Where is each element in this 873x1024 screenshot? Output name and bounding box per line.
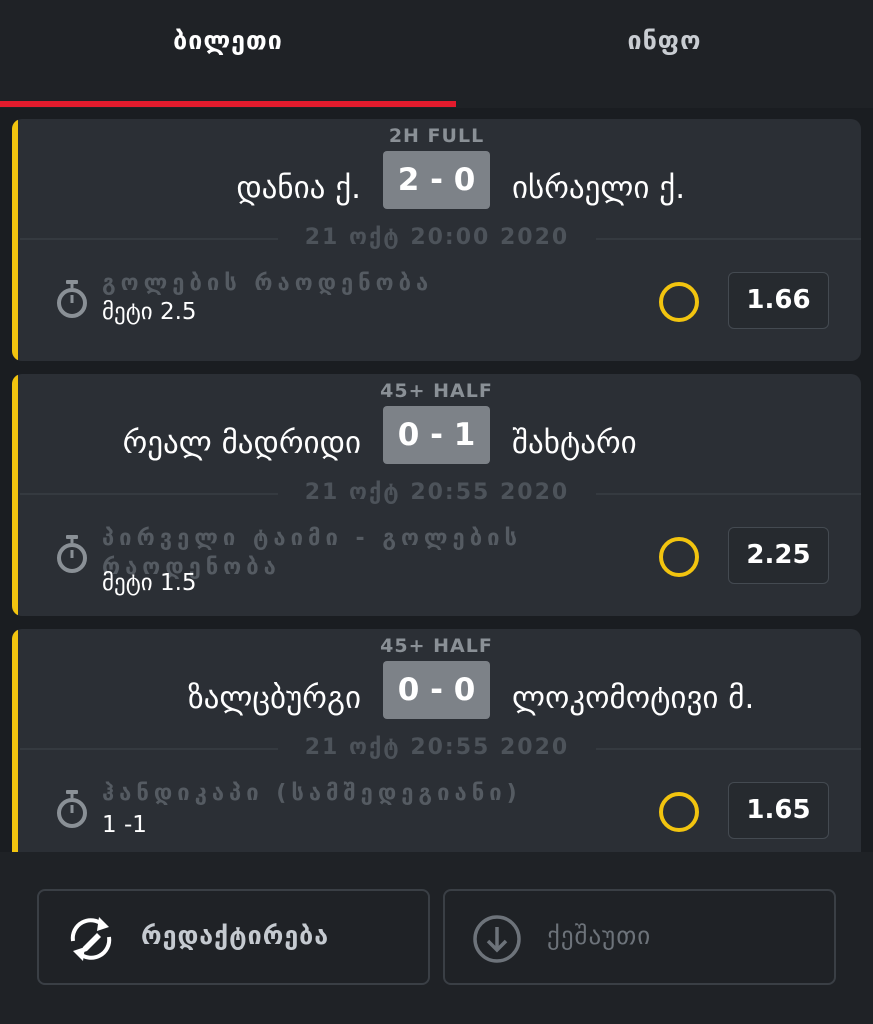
divider	[596, 748, 861, 750]
pending-circle-icon	[659, 282, 699, 322]
card-accent-bar	[12, 629, 18, 852]
odds-value[interactable]: 1.66	[728, 272, 829, 329]
odds-value[interactable]: 1.65	[728, 782, 829, 839]
bet-selection: 1 -1	[102, 812, 147, 838]
active-tab-indicator	[0, 101, 456, 107]
card-accent-bar	[12, 374, 18, 616]
home-team: დანია ქ.	[236, 170, 361, 206]
bet-list[interactable]: 2H FULL დანია ქ. 2 - 0 ისრაელი ქ. 21 ოქტ…	[0, 108, 873, 852]
market-name: ჰანდიკაპი (სამშედეგიანი)	[102, 781, 522, 806]
stopwatch-icon	[57, 790, 87, 828]
bet-selection: მეტი 2.5	[102, 299, 197, 325]
match-date-row: 21 ოქტ 20:55 2020	[20, 480, 861, 508]
away-team: ლოკომოტივი მ.	[512, 680, 755, 716]
edit-refresh-icon	[70, 917, 112, 961]
match-status: 2H FULL	[388, 125, 485, 147]
tab-info[interactable]: ინფო	[456, 26, 873, 66]
match-date: 21 ოქტ 20:00 2020	[304, 225, 570, 250]
divider	[596, 238, 861, 240]
match-score: 0 - 0	[383, 661, 490, 719]
bottom-action-bar: რედაქტირება ქეშაუთი	[0, 852, 873, 1024]
match-date-row: 21 ოქტ 20:00 2020	[20, 225, 861, 253]
away-team: შახტარი	[512, 425, 637, 461]
divider	[20, 238, 278, 240]
download-circle-icon	[473, 915, 521, 963]
tab-ticket[interactable]: ბილეთი	[0, 26, 456, 66]
pending-circle-icon	[659, 537, 699, 577]
bet-card: 2H FULL დანია ქ. 2 - 0 ისრაელი ქ. 21 ოქტ…	[12, 119, 861, 361]
divider	[20, 748, 278, 750]
match-date: 21 ოქტ 20:55 2020	[304, 735, 570, 760]
divider	[20, 493, 278, 495]
odds-value[interactable]: 2.25	[728, 527, 829, 584]
match-status: 45+ HALF	[380, 380, 493, 402]
edit-button[interactable]: რედაქტირება	[37, 889, 430, 985]
match-status: 45+ HALF	[380, 635, 493, 657]
home-team: რეალ მადრიდი	[122, 425, 361, 461]
stopwatch-icon	[57, 280, 87, 318]
market-name: გოლების რაოდენობა	[102, 271, 434, 296]
bet-card: 45+ HALF რეალ მადრიდი 0 - 1 შახტარი 21 ო…	[12, 374, 861, 616]
stopwatch-icon	[57, 535, 87, 573]
edit-button-label: რედაქტირება	[141, 921, 330, 950]
bet-selection: მეტი 1.5	[102, 570, 197, 596]
ticket-header: ბილეთი ინფო	[0, 0, 873, 108]
match-score: 0 - 1	[383, 406, 490, 464]
away-team: ისრაელი ქ.	[512, 170, 686, 206]
bet-card: 45+ HALF ზალცბურგი 0 - 0 ლოკომოტივი მ. 2…	[12, 629, 861, 852]
match-date-row: 21 ოქტ 20:55 2020	[20, 735, 861, 763]
match-date: 21 ოქტ 20:55 2020	[304, 480, 570, 505]
card-accent-bar	[12, 119, 18, 361]
home-team: ზალცბურგი	[188, 680, 361, 716]
cashout-button-label: ქეშაუთი	[547, 921, 652, 950]
cashout-button[interactable]: ქეშაუთი	[443, 889, 836, 985]
divider	[596, 493, 861, 495]
pending-circle-icon	[659, 792, 699, 832]
match-score: 2 - 0	[383, 151, 490, 209]
